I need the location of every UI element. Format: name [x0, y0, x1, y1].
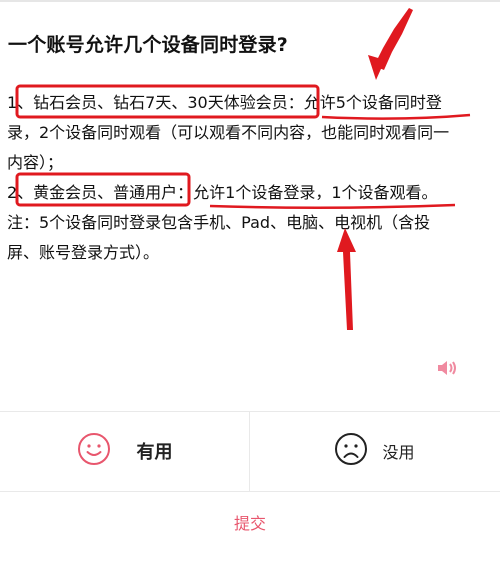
answer-note: 注：5个设备同时登录包含手机、Pad、电脑、电视机（含投 屏、账号登录方式）。: [7, 208, 430, 268]
answer-paragraph-1: 1、钻石会员、钻石7天、30天体验会员：允许5个设备同时登 录，2个设备同时观看…: [7, 88, 449, 178]
answer-line: 1、钻石会员、钻石7天、30天体验会员：允许5个设备同时登: [7, 93, 442, 112]
frown-icon: [334, 432, 368, 470]
answer-line: 2、黄金会员、普通用户：允许1个设备登录，1个设备观看。: [7, 183, 438, 202]
answer-line: 内容）；: [7, 153, 64, 172]
answer-line: 录，2个设备同时观看（可以观看不同内容，也能同时观看同一: [7, 123, 450, 142]
speaker-icon[interactable]: [436, 359, 458, 377]
useful-label: 有用: [136, 442, 173, 463]
annotation-arrow: [374, 8, 413, 70]
answer-paragraph-2: 2、黄金会员、普通用户：允许1个设备登录，1个设备观看。: [7, 178, 438, 208]
top-border: [0, 0, 500, 2]
useful-button[interactable]: 有用: [0, 411, 249, 491]
answer-line: 注：5个设备同时登录包含手机、Pad、电脑、电视机（含投: [7, 213, 431, 232]
useless-button[interactable]: 没用: [250, 411, 499, 491]
annotation-arrow: [368, 55, 385, 80]
submit-button[interactable]: 提交: [0, 492, 500, 552]
smile-icon: [77, 432, 111, 470]
useless-label: 没用: [382, 443, 415, 462]
answer-line: 屏、账号登录方式）。: [7, 243, 160, 262]
page-title: 一个账号允许几个设备同时登录?: [8, 34, 289, 56]
